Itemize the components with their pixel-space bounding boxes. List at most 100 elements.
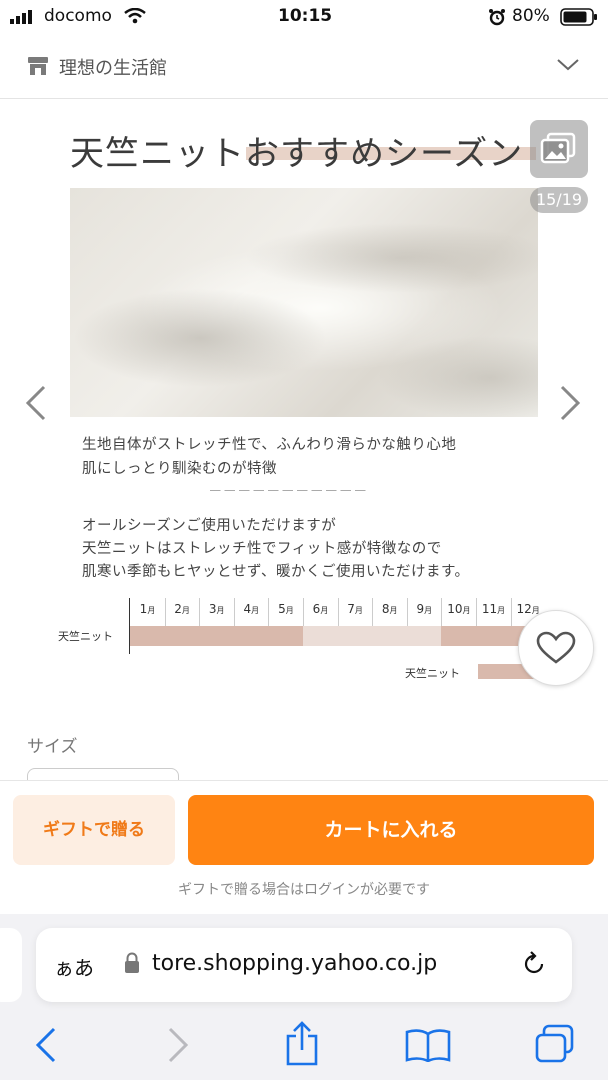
month-label: 2月 — [165, 602, 200, 616]
month-bar — [268, 626, 304, 646]
chevron-down-icon[interactable] — [556, 58, 580, 72]
tabs-icon[interactable] — [534, 1024, 576, 1064]
month-label: 11月 — [476, 602, 511, 616]
month-divider — [372, 598, 374, 626]
month-unit: 月 — [424, 606, 433, 615]
battery-percent: 80% — [512, 6, 550, 26]
gallery-icon — [540, 132, 576, 164]
hero-title: 天竺ニットおすすめシーズン — [70, 134, 524, 174]
month-label: 5月 — [268, 602, 303, 616]
url-text: tore.shopping.yahoo.co.jp — [152, 951, 438, 976]
month-unit: 月 — [389, 606, 398, 615]
month-label: 8月 — [372, 602, 407, 616]
month-label: 4月 — [234, 602, 269, 616]
month-number: 12 — [516, 602, 532, 616]
month-label: 7月 — [338, 602, 373, 616]
clock: 10:15 — [278, 6, 333, 26]
store-icon — [28, 57, 48, 75]
month-bar — [476, 626, 512, 646]
month-number: 10 — [447, 602, 463, 616]
address-bar[interactable]: ぁあ tore.shopping.yahoo.co.jp — [36, 928, 572, 1002]
prev-tab-peek[interactable] — [0, 928, 22, 1002]
back-icon[interactable] — [34, 1026, 58, 1064]
forward-icon[interactable] — [166, 1026, 190, 1064]
month-divider — [268, 598, 270, 626]
month-divider — [337, 598, 339, 626]
fabric-photo — [70, 188, 538, 417]
month-unit: 月 — [285, 606, 294, 615]
month-bar — [372, 626, 408, 646]
chevron-right-icon[interactable] — [558, 384, 582, 422]
month-unit: 月 — [251, 606, 260, 615]
month-label: 1月 — [130, 602, 165, 616]
favorite-button[interactable] — [518, 610, 594, 686]
month-number: 4 — [243, 602, 252, 616]
month-bar — [337, 626, 374, 646]
desc-line-4: 天竺ニットはストレッチ性でフィット感が特徴なので — [82, 541, 442, 557]
status-bar: docomo 10:15 80% — [0, 0, 608, 34]
month-unit: 月 — [497, 606, 506, 615]
chart-legend-label: 天竺ニット — [405, 667, 460, 680]
month-divider — [303, 598, 304, 626]
heart-icon — [536, 631, 576, 664]
desc-line-3: オールシーズンご使用いただけますが — [82, 518, 337, 534]
month-number: 8 — [381, 602, 390, 616]
gallery-button[interactable] — [530, 120, 588, 178]
store-name: 理想の生活館 — [59, 58, 167, 79]
month-unit: 月 — [354, 606, 363, 615]
purchase-bar: ギフトで贈る カートに入れる ギフトで贈る場合はログインが必要です — [0, 780, 608, 915]
chart-row-label: 天竺ニット — [58, 630, 113, 643]
month-divider — [476, 598, 477, 626]
reader-aa-button[interactable]: ぁあ — [54, 952, 94, 981]
desc-line-5: 肌寒い季節もヒヤッとせず、暖かくご使用いただけます。 — [82, 564, 470, 580]
desc-line-1: 生地自体がストレッチ性で、ふんわり滑らかな触り心地 — [82, 437, 457, 453]
carrier-label: docomo — [44, 6, 112, 26]
month-divider — [233, 598, 235, 626]
month-unit: 月 — [147, 606, 156, 615]
month-divider — [199, 598, 201, 626]
size-label: サイズ — [27, 737, 78, 757]
month-bar — [199, 626, 235, 646]
battery-icon — [560, 8, 597, 26]
month-number: 7 — [347, 602, 355, 616]
month-number: 9 — [416, 602, 425, 616]
month-bar — [233, 626, 270, 646]
share-icon[interactable] — [284, 1020, 320, 1066]
chevron-left-icon[interactable] — [24, 384, 48, 422]
month-unit: 月 — [462, 606, 471, 615]
month-unit: 月 — [181, 606, 190, 615]
month-bar — [164, 626, 201, 646]
month-label: 6月 — [303, 602, 338, 616]
gift-login-note: ギフトで贈る場合はログインが必要です — [178, 882, 430, 898]
month-divider — [441, 598, 443, 626]
wifi-icon — [124, 8, 146, 24]
month-number: 3 — [208, 602, 217, 616]
month-unit: 月 — [320, 606, 329, 615]
month-label: 10月 — [441, 602, 476, 616]
desc-line-2: 肌にしっとり馴染むのが特徴 — [82, 461, 277, 477]
month-label: 3月 — [199, 602, 234, 616]
signal-icon — [10, 10, 32, 24]
reload-icon[interactable] — [520, 950, 548, 978]
gift-button[interactable]: ギフトで贈る — [13, 795, 175, 865]
month-number: 11 — [481, 602, 498, 616]
season-chart: 天竺ニット 1月 2月 3月 4月 5月 6月 7月 8月 9月 10月 11月 12月 天竺ニット — [0, 590, 608, 690]
month-unit: 月 — [216, 606, 225, 615]
month-divider — [164, 598, 166, 626]
month-bar — [406, 626, 443, 646]
month-divider — [510, 598, 512, 626]
lock-icon — [125, 952, 139, 973]
alarm-icon — [489, 9, 505, 26]
month-bar — [303, 626, 339, 646]
month-label: 9月 — [407, 602, 442, 616]
divider-dashes: －－－－－－－－－－－ — [208, 484, 368, 500]
month-bar — [130, 626, 166, 646]
month-bar — [441, 626, 477, 646]
bookmarks-icon[interactable] — [405, 1028, 451, 1062]
add-to-cart-button[interactable]: カートに入れる — [188, 795, 594, 865]
gallery-counter: 15/19 — [530, 187, 588, 213]
month-divider — [406, 598, 408, 626]
store-header[interactable]: 理想の生活館 — [0, 34, 608, 99]
safari-toolbar: ぁあ tore.shopping.yahoo.co.jp — [0, 914, 608, 1080]
month-number: 2 — [174, 602, 182, 616]
